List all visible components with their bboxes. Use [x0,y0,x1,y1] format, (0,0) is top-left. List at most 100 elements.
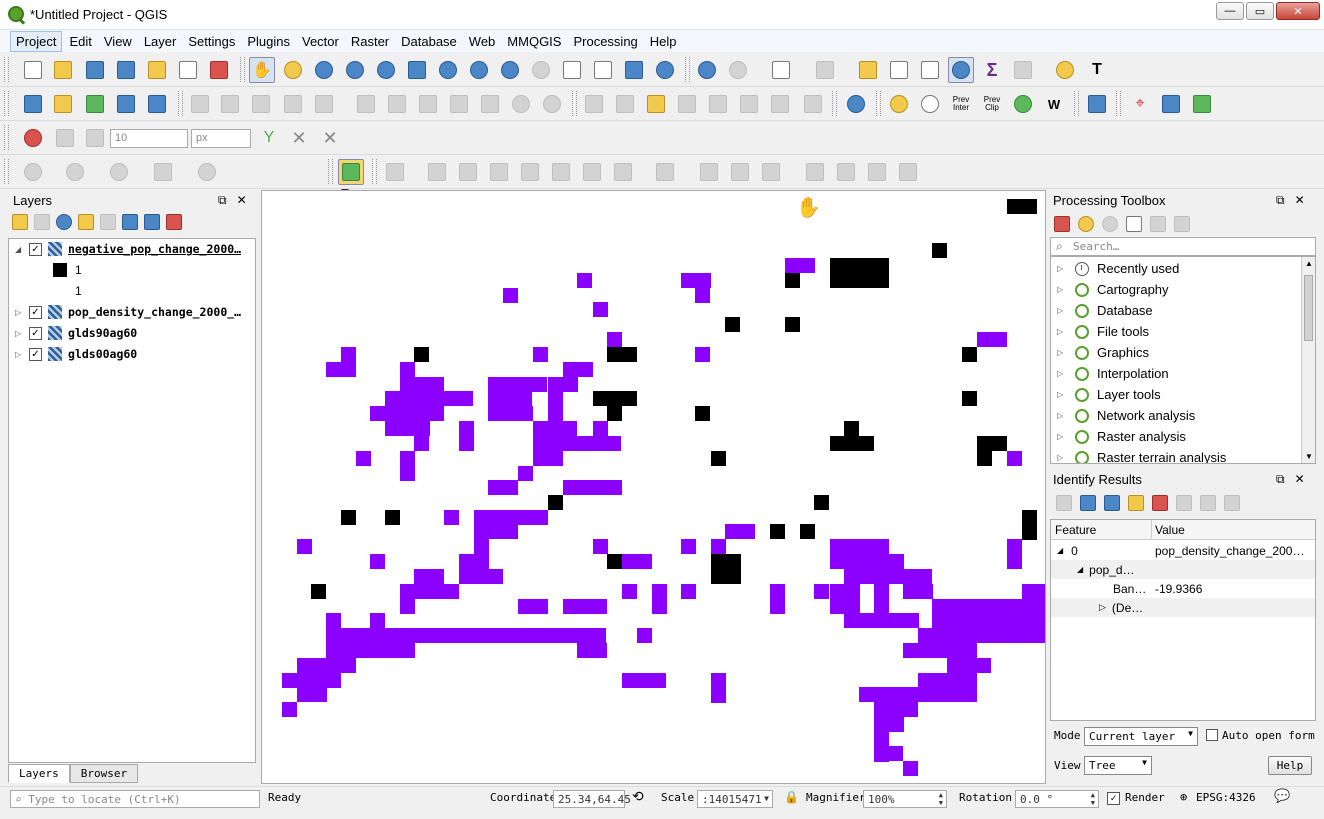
edit-features-icon[interactable] [1150,216,1166,232]
clear-results-icon[interactable] [1152,495,1168,511]
add-wms-button[interactable] [144,91,170,117]
label-toolbar-button[interactable] [581,91,607,117]
python-script-icon[interactable] [1078,216,1094,232]
float-panel-icon[interactable]: ⧉ [1276,472,1285,487]
maximize-button[interactable]: ▭ [1246,2,1274,20]
wkt-button[interactable]: W [1041,91,1067,117]
chevron-right-icon[interactable]: ▷ [1057,453,1067,462]
new-project-button[interactable] [20,57,46,83]
layer-row[interactable]: ▷ ✓ glds00ag60 [9,344,255,364]
chevron-right-icon[interactable]: ▷ [1057,264,1067,273]
toolbar-handle[interactable] [1116,91,1121,116]
magnifier-spinbox[interactable]: 100% ▲ ▼ [863,790,947,808]
rotate-symbols-button[interactable] [864,159,890,185]
minimize-button[interactable]: — [1216,2,1244,20]
reshape-button[interactable] [652,159,678,185]
add-ellipse-button[interactable] [106,159,132,185]
save-edits-button[interactable] [248,91,274,117]
scale-combo[interactable]: :14015471 ▼ [697,790,773,808]
move-feature-button[interactable] [382,159,408,185]
layer-visibility-checkbox[interactable]: ✓ [29,305,42,319]
layer-row[interactable]: ▷ ✓ pop_density_change_2000_… [9,302,255,322]
float-panel-icon[interactable]: ⧉ [218,193,227,208]
toolbar-handle[interactable] [372,159,377,184]
layer-visibility-checkbox[interactable]: ✓ [29,242,42,256]
simplify-feature-button[interactable] [455,159,481,185]
proc-item-raster-analysis[interactable]: ▷ Raster analysis [1051,426,1186,447]
chevron-right-icon[interactable]: ▷ [1057,348,1067,357]
zoom-full-button[interactable] [404,57,430,83]
messages-icon[interactable]: 💬 [1274,789,1290,804]
deselect-button[interactable] [855,57,881,83]
menu-mmqgis[interactable]: MMQGIS [502,32,566,51]
python-console-button[interactable] [886,91,912,117]
crosshair-button[interactable]: ⌖ [1127,91,1153,117]
expand-tree-icon[interactable] [1056,495,1072,511]
vertex-tool-button[interactable] [311,91,337,117]
proc-item-network-analysis[interactable]: ▷ Network analysis [1051,405,1195,426]
layer-visibility-checkbox[interactable]: ✓ [29,347,42,361]
lock-icon[interactable]: 🔒 [784,790,799,804]
processing-toolbox-button[interactable] [948,57,974,83]
zoom-selection-button[interactable] [435,57,461,83]
identify-mode-icon[interactable] [1224,495,1240,511]
text-annotation-button[interactable]: T [1084,57,1110,83]
zoom-layer-button[interactable] [466,57,492,83]
show-hide-labels-button[interactable] [674,91,700,117]
layout-manager-button[interactable] [175,57,201,83]
expand-all-icon[interactable] [1128,495,1144,511]
toolbar-handle[interactable] [178,91,183,116]
menu-project[interactable]: Project [10,30,63,52]
layer-visibility-checkbox[interactable]: ✓ [29,326,42,340]
delete-selected-button[interactable] [384,91,410,117]
results-viewer-icon[interactable] [1126,216,1142,232]
menu-edit[interactable]: Edit [64,32,96,51]
pan-map-button[interactable]: ✋ [249,57,275,83]
zoom-in-button[interactable] [311,57,337,83]
add-ring-button[interactable] [486,159,512,185]
prev-clip-button[interactable]: Prev Clip [979,91,1005,117]
chevron-right-icon[interactable]: ▷ [1057,411,1067,420]
expand-triangle-icon[interactable]: ▷ [15,350,25,359]
add-circular-string-button[interactable] [20,159,46,185]
models-icon[interactable] [1054,216,1070,232]
add-feature-button[interactable] [280,91,306,117]
topology-button[interactable] [1189,91,1215,117]
proc-item-raster-terrain[interactable]: ▷ Raster terrain analysis [1051,447,1226,463]
rotation-spinbox[interactable]: 0.0 ° ▲ ▼ [1015,790,1099,808]
modify-attributes-button[interactable] [353,91,379,117]
menu-view[interactable]: View [99,32,137,51]
locator-input[interactable]: ⌕ Type to locate (Ctrl+K) [10,790,260,808]
add-group-icon[interactable] [34,214,50,230]
merge-attributes-button[interactable] [833,159,859,185]
open-project-button[interactable] [50,57,76,83]
select-value-button[interactable] [812,57,838,83]
snap-mode-button[interactable] [82,125,108,151]
eye-icon[interactable] [56,214,72,230]
toggle-extents-icon[interactable]: ⟲ [632,789,644,805]
map-tips-button[interactable] [1052,57,1078,83]
identify-features-button[interactable] [694,57,720,83]
chevron-right-icon[interactable]: ▷ [1057,306,1067,315]
expand-triangle-icon[interactable]: ▷ [15,329,25,338]
split-parts-button[interactable] [758,159,784,185]
offset-curve-button[interactable] [696,159,722,185]
scroll-down-icon[interactable]: ▼ [1305,452,1313,461]
snap-tolerance-input[interactable]: 10 [110,129,188,148]
topological-editing-button[interactable]: Y [256,125,282,151]
col-value-header[interactable]: Value [1155,523,1185,537]
chevron-right-icon[interactable]: ▷ [1057,390,1067,399]
run-action-button[interactable] [725,57,751,83]
proc-item-interpolation[interactable]: ▷ Interpolation [1051,363,1169,384]
rotate-label-button[interactable] [736,91,762,117]
tab-layers[interactable]: Layers [8,764,70,783]
statistical-summary-button[interactable]: Σ [979,57,1005,83]
wrench-icon[interactable] [1174,216,1190,232]
chevron-right-icon[interactable]: ▷ [1057,432,1067,441]
chevron-right-icon[interactable]: ▷ [1057,369,1067,378]
select-features-button[interactable] [768,57,794,83]
label-properties-button[interactable] [800,91,826,117]
close-panel-icon[interactable]: ✕ [1295,193,1305,208]
split-features-button[interactable] [727,159,753,185]
expand-all-icon[interactable] [122,214,138,230]
